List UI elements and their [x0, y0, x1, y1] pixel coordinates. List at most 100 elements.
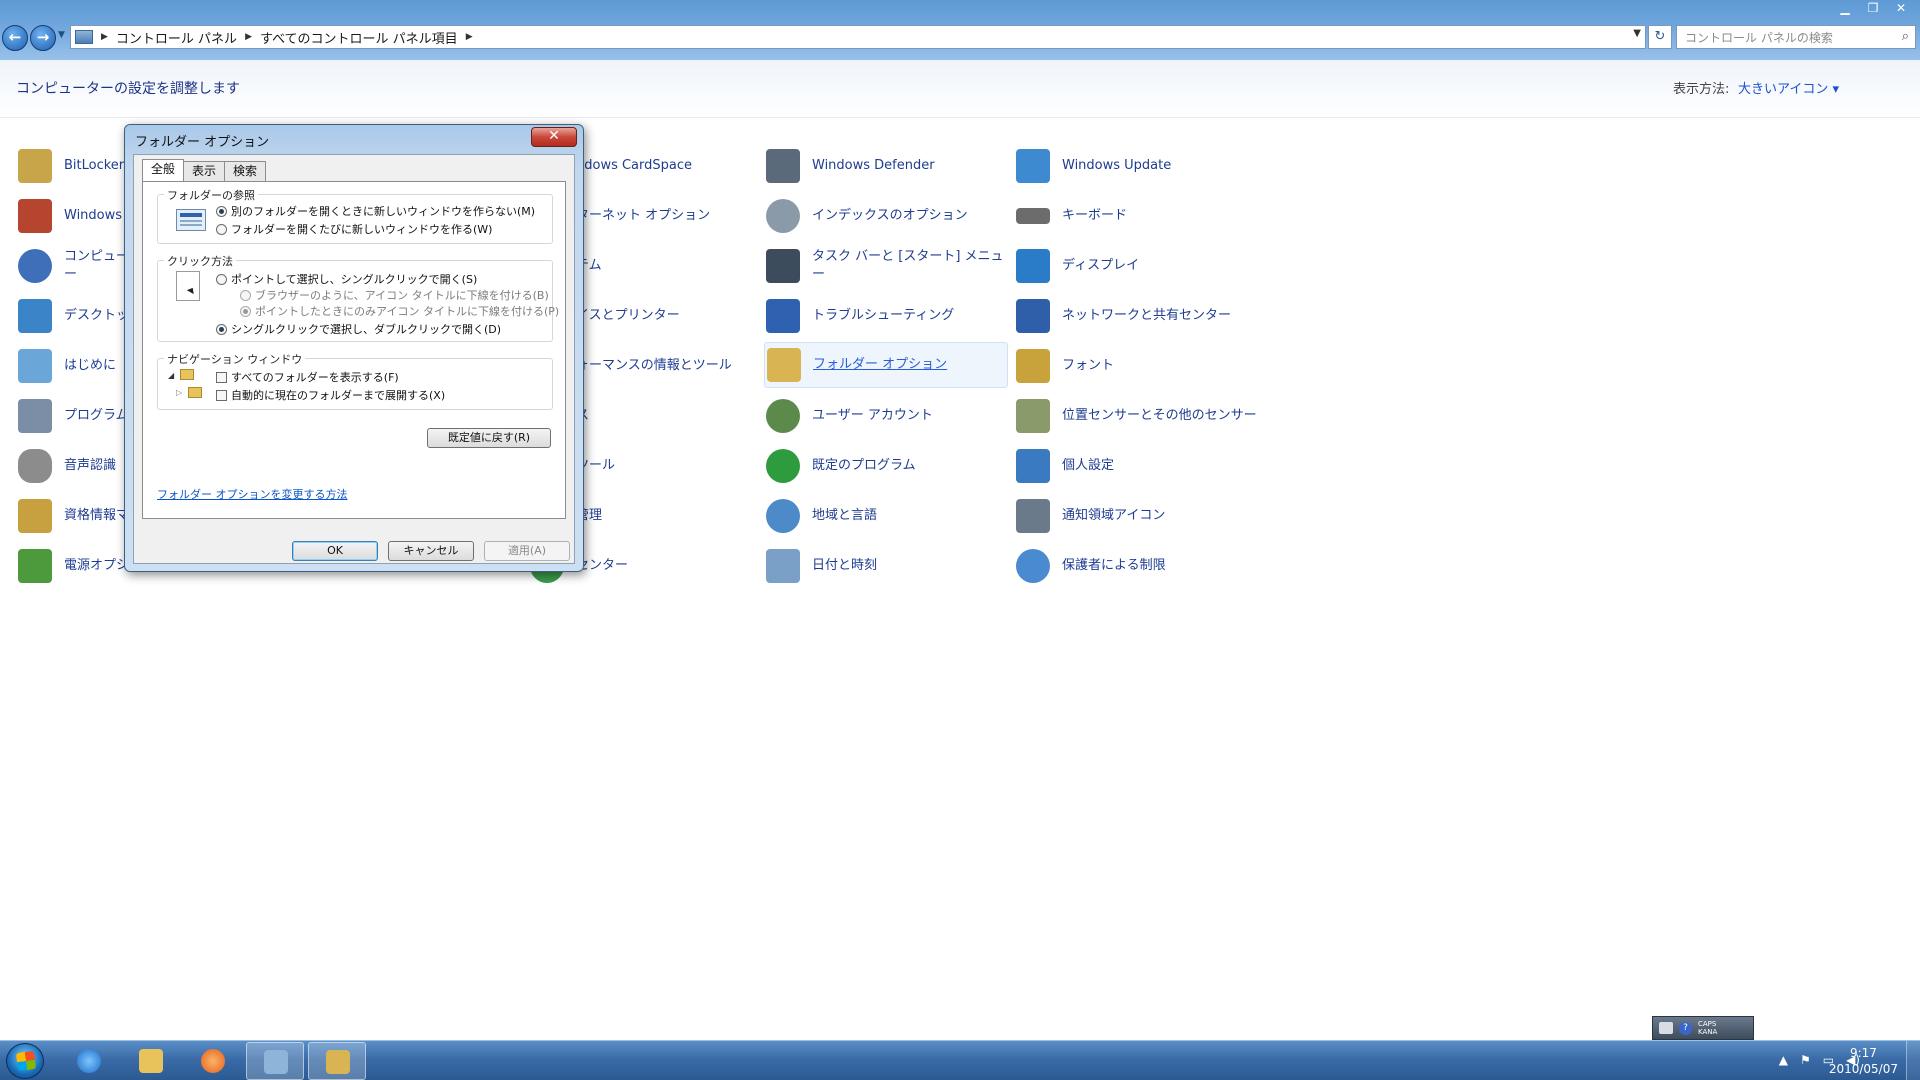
start-button[interactable] [6, 1043, 44, 1079]
chevron-right-icon[interactable]: ▶ [245, 32, 252, 42]
item-folder-options[interactable]: フォルダー オプション [764, 342, 1008, 388]
checkbox-show-all-folders[interactable]: すべてのフォルダーを表示する(F) [216, 369, 399, 385]
item-indexing-options[interactable]: インデックスのオプション [766, 193, 1006, 239]
close-icon[interactable]: ✕ [531, 127, 577, 147]
help-link[interactable]: フォルダー オプションを変更する方法 [157, 486, 348, 502]
action-center-flag-icon[interactable]: ⚑ [1800, 1053, 1811, 1067]
item-display[interactable]: ディスプレイ [1016, 243, 1256, 289]
tab-general[interactable]: 全般 [142, 159, 185, 181]
radio-single-click[interactable]: ポイントして選択し、シングルクリックで開く(S) [216, 271, 477, 287]
control-panel-icon [264, 1050, 288, 1074]
refresh-button[interactable]: ↻ [1648, 25, 1672, 49]
item-location-sensors[interactable]: 位置センサーとその他のセンサー [1016, 393, 1316, 439]
item-troubleshooting[interactable]: トラブルシューティング [766, 293, 1006, 339]
radio-on[interactable] [216, 205, 227, 217]
help-icon[interactable]: ? [1679, 1021, 1692, 1035]
radio-same-window[interactable]: 別のフォルダーを開くときに新しいウィンドウを作らない(M) [216, 203, 535, 219]
item-region-language[interactable]: 地域と言語 [766, 493, 1006, 539]
show-desktop-button[interactable] [1906, 1041, 1920, 1080]
item-taskbar-start-menu[interactable]: タスク バーと [スタート] メニュ ー [766, 243, 1006, 289]
desktop-icon [18, 299, 52, 333]
minimize-button[interactable]: ▁ [1832, 0, 1858, 18]
dialog-title: フォルダー オプション [135, 135, 270, 150]
item-keyboard[interactable]: キーボード [1016, 193, 1256, 239]
item-personalization[interactable]: 個人設定 [1016, 443, 1256, 489]
network-icon [1016, 299, 1050, 333]
default-programs-icon [766, 449, 800, 483]
item-network-sharing[interactable]: ネットワークと共有センター [1016, 293, 1296, 339]
pointer-icon [186, 285, 197, 295]
radio-underline-browser[interactable]: ブラウザーのように、アイコン タイトルに下線を付ける(B) [240, 287, 549, 303]
restore-defaults-button[interactable]: 既定値に戻す(R) [427, 428, 551, 448]
close-window-button[interactable]: ✕ [1888, 0, 1914, 18]
navigation-pane-group: ナビゲーション ウィンドウ ◢ ▷ すべてのフォルダーを表示する(F) 自動的に… [157, 351, 553, 410]
navigation-pane-title: ナビゲーション ウィンドウ [164, 351, 306, 367]
checkbox[interactable] [216, 371, 227, 383]
search-icon[interactable]: ⌕ [1902, 29, 1909, 44]
apply-button[interactable]: 適用(A) [484, 541, 570, 561]
item-date-time[interactable]: 日付と時刻 [766, 543, 1006, 589]
radio-off[interactable] [240, 289, 251, 301]
tab-search[interactable]: 検索 [224, 161, 267, 181]
item-default-programs[interactable]: 既定のプログラム [766, 443, 1006, 489]
firewall-icon [18, 199, 52, 233]
radio-off[interactable] [216, 273, 227, 285]
taskbar-folder-options[interactable] [308, 1042, 366, 1080]
folder-options-icon [767, 348, 801, 382]
radio-off[interactable] [216, 223, 227, 235]
caps-kana-indicator: CAPS KANA [1698, 1020, 1718, 1036]
page-title: コンピューターの設定を調整します [16, 81, 240, 97]
address-dropdown-icon[interactable]: ▼ [1633, 28, 1641, 39]
radio-underline-point[interactable]: ポイントしたときにのみアイコン タイトルに下線を付ける(P) [240, 303, 559, 319]
item-notification-icons[interactable]: 通知領域アイコン [1016, 493, 1256, 539]
chevron-right-icon[interactable]: ▶ [101, 32, 108, 42]
chevron-right-icon[interactable]: ▶ [466, 32, 473, 42]
programs-icon [18, 399, 52, 433]
taskbar-explorer[interactable] [122, 1042, 180, 1080]
back-button[interactable]: ← [2, 25, 28, 51]
browse-folders-group: フォルダーの参照 別のフォルダーを開くときに新しいウィンドウを作らない(M) フ… [157, 187, 553, 244]
checkbox-auto-expand[interactable]: 自動的に現在のフォルダーまで展開する(X) [216, 387, 445, 403]
breadcrumb-all-items[interactable]: すべてのコントロール パネル項目 [260, 28, 458, 47]
restore-button[interactable]: ❐ [1860, 0, 1886, 18]
taskbar-internet-explorer[interactable] [60, 1042, 118, 1080]
general-tab-panel: フォルダーの参照 別のフォルダーを開くときに新しいウィンドウを作らない(M) フ… [142, 181, 566, 519]
tab-view[interactable]: 表示 [183, 161, 226, 181]
item-user-accounts[interactable]: ユーザー アカウント [766, 393, 1006, 439]
folder-icon [180, 369, 194, 380]
item-parental-controls[interactable]: 保護者による制限 [1016, 543, 1256, 589]
ok-button[interactable]: OK [292, 541, 378, 561]
recent-pages-dropdown-icon[interactable]: ▼ [58, 30, 65, 40]
view-by-dropdown[interactable]: 大きいアイコン ▾ [1738, 78, 1839, 97]
item-windows-defender[interactable]: Windows Defender [766, 143, 1006, 189]
forward-button[interactable]: → [30, 25, 56, 51]
breadcrumb-control-panel[interactable]: コントロール パネル [116, 28, 237, 47]
ime-icon[interactable] [1659, 1022, 1673, 1034]
address-bar[interactable]: ▶ コントロール パネル ▶ すべてのコントロール パネル項目 ▶ ▼ [70, 25, 1646, 49]
checkbox[interactable] [216, 389, 227, 401]
item-windows-update[interactable]: Windows Update [1016, 143, 1256, 189]
windows-update-icon [1016, 149, 1050, 183]
power-icon [18, 549, 52, 583]
item-fonts[interactable]: フォント [1016, 343, 1256, 389]
show-hidden-icons-icon[interactable]: ▲ [1779, 1053, 1788, 1067]
radio-on[interactable] [240, 305, 251, 317]
search-input[interactable]: コントロール パネルの検索 ⌕ [1676, 25, 1916, 49]
display-icon [1016, 249, 1050, 283]
radio-on[interactable] [216, 323, 227, 335]
folder-icon [139, 1049, 163, 1073]
taskbar-media-player[interactable] [184, 1042, 242, 1080]
cancel-button[interactable]: キャンセル [388, 541, 474, 561]
content-header: コンピューターの設定を調整します 表示方法: 大きいアイコン ▾ [0, 60, 1920, 118]
click-items-title: クリック方法 [164, 253, 236, 269]
media-player-icon [201, 1049, 225, 1073]
folder-options-icon [326, 1050, 350, 1074]
taskbar-control-panel[interactable] [246, 1042, 304, 1080]
windows-logo-icon [15, 1050, 37, 1072]
font-icon [1016, 349, 1050, 383]
window-controls: ▁ ❐ ✕ [1832, 0, 1914, 18]
language-bar: ? CAPS KANA [1652, 1016, 1754, 1040]
radio-new-window[interactable]: フォルダーを開くたびに新しいウィンドウを作る(W) [216, 221, 492, 237]
radio-double-click[interactable]: シングルクリックで選択し、ダブルクリックで開く(D) [216, 321, 501, 337]
clock[interactable]: 9:17 2010/05/07 [1829, 1045, 1898, 1077]
